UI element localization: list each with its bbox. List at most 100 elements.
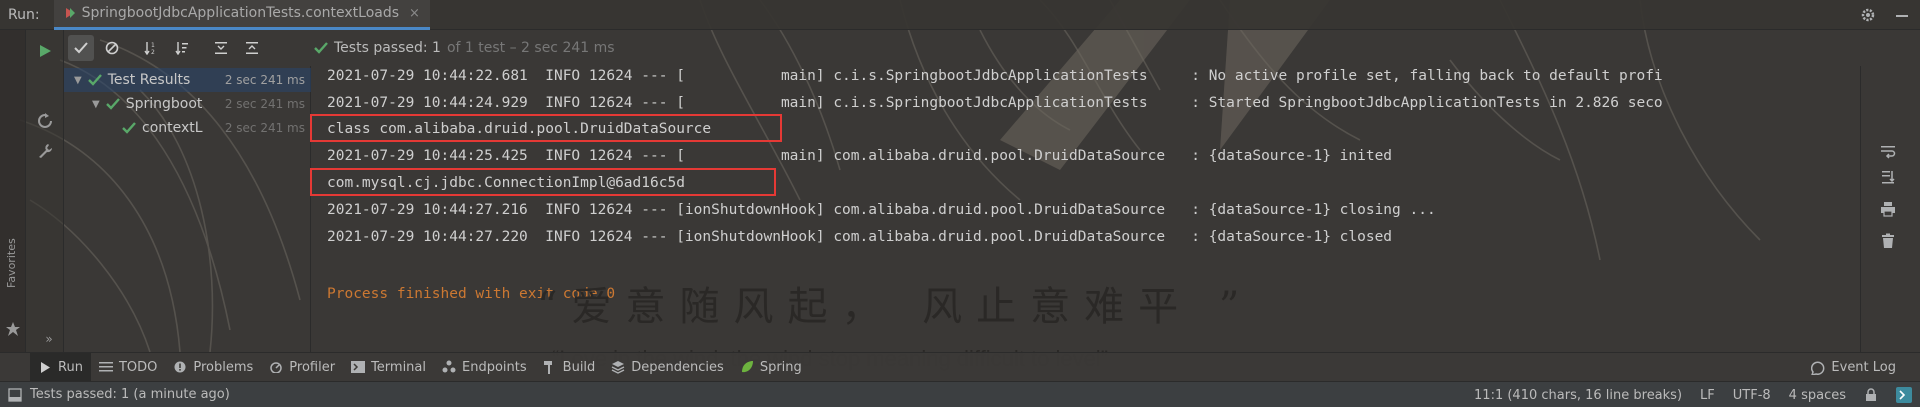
console-output[interactable]: 2021-07-29 10:44:22.681 INFO 12624 --- [… [310,66,1860,371]
console-line: 2021-07-29 10:44:22.681 INFO 12624 --- [… [327,68,1663,84]
console-line: 2021-07-29 10:44:27.216 INFO 12624 --- [… [327,202,1436,218]
tests-passed-text: Tests passed: 1 [334,40,441,56]
tool-window-todo[interactable]: TODO [91,353,165,382]
status-message[interactable]: Tests passed: 1 (a minute ago) [30,387,230,402]
tool-window-label: Build [562,359,596,375]
double-chevron-icon: » [45,332,53,346]
file-encoding[interactable]: UTF-8 [1733,388,1771,403]
tool-window-run[interactable]: Run [30,352,91,382]
line-separator[interactable]: LF [1700,388,1715,403]
show-ignored-button[interactable] [99,35,125,61]
console-line: 2021-07-29 10:44:25.425 INFO 12624 --- [… [327,148,1393,164]
caret-position[interactable]: 11:1 (410 chars, 16 line breaks) [1474,388,1682,403]
terminal-icon [351,360,366,374]
tool-window-build[interactable]: Build [535,353,604,382]
play-icon [38,360,52,374]
spring-leaf-icon [740,360,754,374]
tool-window-problems[interactable]: Problems [165,353,261,382]
sort-duration-icon [175,42,188,55]
run-label: Run: [8,6,40,23]
collapse-all-icon [246,42,258,54]
wallpaper-quote-cn: “爱意随风起， 风止意难平 ” [537,284,1254,330]
dependencies-icon [611,360,625,374]
clear-all-button[interactable] [1877,230,1899,252]
tool-window-label: Terminal [371,359,427,375]
chevron-down-icon: ▼ [74,74,82,86]
tree-item-label: Springboot [125,96,203,112]
cancel-circle-icon [105,41,119,55]
tool-window-spring[interactable]: Spring [732,353,810,382]
highlight-box-connection [310,168,776,196]
expand-all-button[interactable] [208,35,234,61]
show-passed-button[interactable] [68,35,94,61]
tree-item-test-results[interactable]: ▼ Test Results 2 sec 241 ms [64,68,311,92]
status-bar: Tests passed: 1 (a minute ago) 11:1 (410… [0,381,1920,407]
passed-check-icon [314,42,328,54]
tool-window-bar: Run TODO Problems Profiler Terminal Endp… [0,352,1920,382]
soft-wrap-button[interactable] [1877,140,1899,162]
scroll-to-end-button[interactable] [1877,166,1899,188]
star-icon[interactable] [6,322,20,336]
rerun-button[interactable] [34,40,56,62]
rerun-failed-button[interactable] [34,110,56,132]
passed-check-icon [105,98,120,110]
console-line: 2021-07-29 10:44:24.929 INFO 12624 --- [… [327,95,1663,111]
console-line: 2021-07-29 10:44:27.220 INFO 12624 --- [… [327,229,1393,245]
tool-window-terminal[interactable]: Terminal [343,353,434,382]
tool-window-dependencies[interactable]: Dependencies [603,353,732,382]
tool-window-label: Profiler [289,359,336,375]
run-config-tab[interactable]: SpringbootJdbcApplicationTests.contextLo… [53,0,430,30]
favorites-label[interactable]: Favorites [5,238,18,288]
test-runner-toolbar: 12 Tests passed: 1 of 1 test – 2 sec 241… [64,30,1920,66]
tool-window-label: Problems [193,359,254,375]
minimize-icon[interactable] [1894,7,1910,23]
problems-icon [173,360,187,374]
collapse-all-button[interactable] [239,35,265,61]
run-tab-title: SpringbootJdbcApplicationTests.contextLo… [81,5,400,21]
more-tools-button[interactable]: » [38,328,60,350]
close-tab-icon[interactable]: × [409,6,420,21]
tree-item-duration: 2 sec 241 ms [224,73,305,87]
layout-icon[interactable] [8,387,22,402]
gear-icon[interactable] [1860,7,1876,23]
play-icon [40,45,51,57]
test-results-tree: ▼ Test Results 2 sec 241 ms ▼ Springboot… [64,66,311,352]
lock-icon[interactable] [1864,388,1878,402]
tool-window-label: Run [58,359,83,375]
tree-item-contextloads[interactable]: contextL 2 sec 241 ms [64,116,311,140]
tool-window-label: TODO [118,359,158,375]
tree-item-duration: 2 sec 241 ms [224,121,305,135]
event-log-button[interactable]: Event Log [1811,353,1896,382]
tool-window-label: Spring [759,359,802,375]
tool-window-endpoints[interactable]: Endpoints [434,353,535,382]
passed-check-icon [122,122,136,134]
scroll-to-end-icon [1882,171,1895,184]
profiler-icon [269,360,283,374]
sort-alpha-icon: 12 [144,42,155,55]
endpoints-icon [442,360,456,374]
event-log-icon [1811,361,1825,375]
sort-alpha-button[interactable]: 12 [138,35,164,61]
svg-text:2: 2 [151,49,155,55]
print-button[interactable] [1877,198,1899,220]
tree-item-label: Test Results [107,72,191,88]
list-icon [98,360,113,374]
rerun-icon [38,113,52,128]
tool-window-label: Dependencies [631,359,724,375]
trash-icon [1882,233,1894,248]
status-bar-widgets: 11:1 (410 chars, 16 line breaks) LF UTF-… [1474,382,1912,407]
chevron-down-icon: ▼ [92,98,100,110]
printer-icon [1881,202,1895,217]
wrench-icon [39,144,53,158]
header-actions [1860,0,1910,30]
tool-window-profiler[interactable]: Profiler [261,353,343,382]
passed-check-icon [87,74,102,86]
tree-item-springboot[interactable]: ▼ Springboot 2 sec 241 ms [64,92,311,116]
git-branch-icon[interactable] [1896,387,1912,403]
tree-item-duration: 2 sec 241 ms [224,97,305,111]
sort-duration-button[interactable] [169,35,195,61]
run-tool-window-header: Run: SpringbootJdbcApplicationTests.cont… [0,0,1920,30]
wrench-button[interactable] [34,140,56,162]
indent-setting[interactable]: 4 spaces [1789,388,1846,403]
console-right-toolbar [1860,66,1920,352]
